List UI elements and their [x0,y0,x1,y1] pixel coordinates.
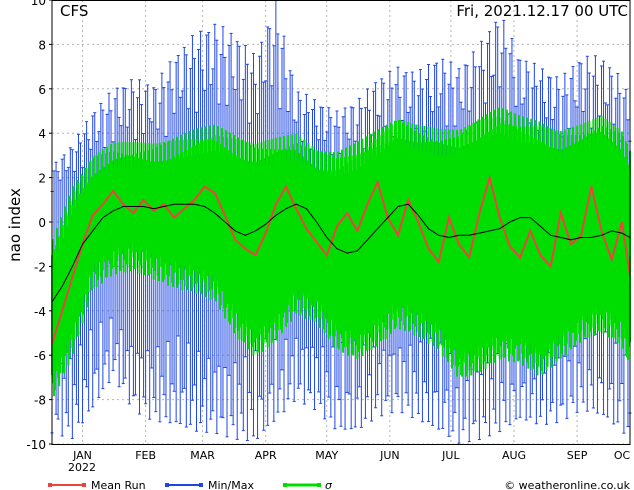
legend-sigma-label: σ [325,479,333,490]
x-tick-label-1: FEB [135,449,156,462]
y-tick-label-6: 2 [38,172,46,186]
legend-mean-run: Mean Run [48,479,146,490]
legend-sigma-marker [283,483,287,487]
legend-mean-label: Mean Run [91,479,146,490]
legend-sigma: σ [283,479,333,490]
legend-min-max: Min/Max [165,479,254,490]
model-label: CFS [60,2,88,20]
y-tick-label-1: -8 [34,394,46,408]
x-tick-label-8: SEP [567,449,588,462]
y-tick-label-9: 8 [38,38,46,52]
x-tick-label-6: JUL [441,449,460,462]
legend: Mean Run Min/Max σ [48,479,333,490]
y-tick-label-4: -2 [34,260,46,274]
legend-minmax-marker-end [199,483,203,487]
x-tick-label-9: OC [614,449,631,462]
y-tick-label-0: -10 [26,438,46,452]
legend-minmax-marker [165,483,169,487]
x-tick-label-5: JUN [379,449,400,462]
credit-text: © weatheronline.co.uk [504,479,630,490]
run-timestamp: Fri, 2021.12.17 00 UTC [456,2,628,20]
y-tick-label-8: 6 [38,83,46,97]
y-tick-label-7: 4 [38,127,46,141]
x-tick-label-3: APR [255,449,277,462]
y-axis-title: nao index [6,188,24,262]
legend-mean-marker [48,483,52,487]
y-tick-label-2: -6 [34,349,46,363]
x-axis-year: 2022 [68,461,96,474]
legend-sigma-marker-end [317,483,321,487]
y-tick-label-5: 0 [38,216,46,230]
x-tick-label-4: MAY [315,449,338,462]
x-tick-label-2: MAR [190,449,215,462]
y-tick-label-10: 10 [31,0,46,8]
legend-mean-marker-end [82,483,86,487]
y-tick-label-3: -4 [34,305,46,319]
x-tick-label-7: AUG [502,449,526,462]
legend-minmax-label: Min/Max [208,479,254,490]
nao-chart: -10-8-6-4-20246810JAN FEB MAR APR MAY JUN JUL A… [6,0,632,490]
